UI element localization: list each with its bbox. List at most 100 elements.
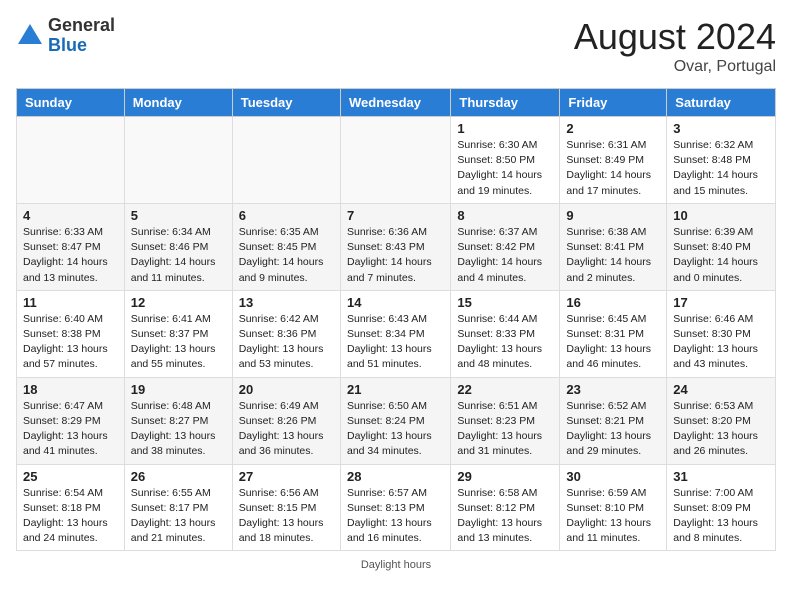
day-info: Sunrise: 6:37 AM Sunset: 8:42 PM Dayligh… <box>457 225 553 286</box>
day-number: 6 <box>239 208 334 223</box>
day-info: Sunrise: 6:44 AM Sunset: 8:33 PM Dayligh… <box>457 312 553 373</box>
day-number: 19 <box>131 382 226 397</box>
logo-blue: Blue <box>48 36 115 56</box>
day-info: Sunrise: 6:32 AM Sunset: 8:48 PM Dayligh… <box>673 138 769 199</box>
day-info: Sunrise: 6:53 AM Sunset: 8:20 PM Dayligh… <box>673 399 769 460</box>
day-info: Sunrise: 6:54 AM Sunset: 8:18 PM Dayligh… <box>23 486 118 547</box>
calendar-cell: 16Sunrise: 6:45 AM Sunset: 8:31 PM Dayli… <box>560 290 667 377</box>
calendar-cell: 21 Sunrise: 6:50 AM Sunset: 8:24 PM Dayli… <box>340 377 450 464</box>
calendar-day-header: Friday <box>560 89 667 117</box>
calendar-cell <box>232 117 340 204</box>
calendar-day-header: Monday <box>124 89 232 117</box>
day-info: Sunrise: 6:43 AM Sunset: 8:34 PM Dayligh… <box>347 312 444 373</box>
day-number: 24 <box>673 382 769 397</box>
calendar-cell: 25 Sunrise: 6:54 AM Sunset: 8:18 PM Dayli… <box>17 464 125 551</box>
calendar-header-row: SundayMondayTuesdayWednesdayThursdayFrid… <box>17 89 776 117</box>
day-info: Sunrise: 6:49 AM Sunset: 8:26 PM Dayligh… <box>239 399 334 460</box>
calendar-week-row: 25 Sunrise: 6:54 AM Sunset: 8:18 PM Dayli… <box>17 464 776 551</box>
calendar-day-header: Tuesday <box>232 89 340 117</box>
day-info: Sunrise: 6:58 AM Sunset: 8:12 PM Dayligh… <box>457 486 553 547</box>
day-number: 26 <box>131 469 226 484</box>
calendar-day-header: Sunday <box>17 89 125 117</box>
day-info: Sunrise: 6:59 AM Sunset: 8:10 PM Dayligh… <box>566 486 660 547</box>
location: Ovar, Portugal <box>574 58 776 76</box>
calendar-day-header: Saturday <box>667 89 776 117</box>
calendar-cell <box>17 117 125 204</box>
calendar-cell: 1Sunrise: 6:30 AM Sunset: 8:50 PM Daylig… <box>451 117 560 204</box>
calendar-cell: 8Sunrise: 6:37 AM Sunset: 8:42 PM Daylig… <box>451 203 560 290</box>
day-info: Sunrise: 6:50 AM Sunset: 8:24 PM Dayligh… <box>347 399 444 460</box>
day-info: Sunrise: 6:56 AM Sunset: 8:15 PM Dayligh… <box>239 486 334 547</box>
month-year: August 2024 <box>574 16 776 58</box>
day-number: 12 <box>131 295 226 310</box>
calendar-cell <box>124 117 232 204</box>
day-info: Sunrise: 6:35 AM Sunset: 8:45 PM Dayligh… <box>239 225 334 286</box>
day-number: 30 <box>566 469 660 484</box>
calendar-cell: 27 Sunrise: 6:56 AM Sunset: 8:15 PM Dayli… <box>232 464 340 551</box>
day-info: Sunrise: 6:57 AM Sunset: 8:13 PM Dayligh… <box>347 486 444 547</box>
calendar-cell: 6 Sunrise: 6:35 AM Sunset: 8:45 PM Daylig… <box>232 203 340 290</box>
day-info: Sunrise: 6:38 AM Sunset: 8:41 PM Dayligh… <box>566 225 660 286</box>
calendar-cell: 3 Sunrise: 6:32 AM Sunset: 8:48 PM Daylig… <box>667 117 776 204</box>
title-block: August 2024 Ovar, Portugal <box>574 16 776 76</box>
logo-general: General <box>48 16 115 36</box>
calendar-cell: 18 Sunrise: 6:47 AM Sunset: 8:29 PM Dayli… <box>17 377 125 464</box>
calendar-cell: 26 Sunrise: 6:55 AM Sunset: 8:17 PM Dayli… <box>124 464 232 551</box>
day-info: Sunrise: 6:41 AM Sunset: 8:37 PM Dayligh… <box>131 312 226 373</box>
calendar-cell: 17 Sunrise: 6:46 AM Sunset: 8:30 PM Dayli… <box>667 290 776 377</box>
calendar-cell: 30 Sunrise: 6:59 AM Sunset: 8:10 PM Dayli… <box>560 464 667 551</box>
calendar-cell: 11 Sunrise: 6:40 AM Sunset: 8:38 PM Dayli… <box>17 290 125 377</box>
day-info: Sunrise: 6:31 AM Sunset: 8:49 PM Dayligh… <box>566 138 660 199</box>
calendar-cell: 28Sunrise: 6:57 AM Sunset: 8:13 PM Dayli… <box>340 464 450 551</box>
daylight-hours-label: Daylight hours <box>361 559 431 571</box>
day-info: Sunrise: 6:33 AM Sunset: 8:47 PM Dayligh… <box>23 225 118 286</box>
day-info: Sunrise: 6:46 AM Sunset: 8:30 PM Dayligh… <box>673 312 769 373</box>
day-info: Sunrise: 6:47 AM Sunset: 8:29 PM Dayligh… <box>23 399 118 460</box>
day-number: 18 <box>23 382 118 397</box>
day-number: 2 <box>566 121 660 136</box>
calendar-day-header: Thursday <box>451 89 560 117</box>
calendar-week-row: 18 Sunrise: 6:47 AM Sunset: 8:29 PM Dayli… <box>17 377 776 464</box>
page-header: General Blue August 2024 Ovar, Portugal <box>16 16 776 76</box>
calendar-cell: 31Sunrise: 7:00 AM Sunset: 8:09 PM Dayli… <box>667 464 776 551</box>
calendar-cell: 15 Sunrise: 6:44 AM Sunset: 8:33 PM Dayli… <box>451 290 560 377</box>
day-number: 20 <box>239 382 334 397</box>
calendar-week-row: 1Sunrise: 6:30 AM Sunset: 8:50 PM Daylig… <box>17 117 776 204</box>
calendar-cell: 4Sunrise: 6:33 AM Sunset: 8:47 PM Daylig… <box>17 203 125 290</box>
calendar-cell: 13 Sunrise: 6:42 AM Sunset: 8:36 PM Dayli… <box>232 290 340 377</box>
day-number: 27 <box>239 469 334 484</box>
day-number: 10 <box>673 208 769 223</box>
calendar-cell: 12 Sunrise: 6:41 AM Sunset: 8:37 PM Dayli… <box>124 290 232 377</box>
footer-note: Daylight hours <box>16 559 776 571</box>
logo: General Blue <box>16 16 115 56</box>
day-number: 11 <box>23 295 118 310</box>
day-info: Sunrise: 6:40 AM Sunset: 8:38 PM Dayligh… <box>23 312 118 373</box>
calendar-cell: 29Sunrise: 6:58 AM Sunset: 8:12 PM Dayli… <box>451 464 560 551</box>
day-number: 15 <box>457 295 553 310</box>
calendar-cell: 14Sunrise: 6:43 AM Sunset: 8:34 PM Dayli… <box>340 290 450 377</box>
day-number: 21 <box>347 382 444 397</box>
day-number: 25 <box>23 469 118 484</box>
day-number: 31 <box>673 469 769 484</box>
calendar-day-header: Wednesday <box>340 89 450 117</box>
calendar-cell: 9Sunrise: 6:38 AM Sunset: 8:41 PM Daylig… <box>560 203 667 290</box>
calendar-cell: 2 Sunrise: 6:31 AM Sunset: 8:49 PM Daylig… <box>560 117 667 204</box>
day-info: Sunrise: 6:55 AM Sunset: 8:17 PM Dayligh… <box>131 486 226 547</box>
calendar-cell <box>340 117 450 204</box>
day-info: Sunrise: 6:30 AM Sunset: 8:50 PM Dayligh… <box>457 138 553 199</box>
calendar-cell: 10Sunrise: 6:39 AM Sunset: 8:40 PM Dayli… <box>667 203 776 290</box>
calendar-cell: 7 Sunrise: 6:36 AM Sunset: 8:43 PM Daylig… <box>340 203 450 290</box>
day-info: Sunrise: 6:36 AM Sunset: 8:43 PM Dayligh… <box>347 225 444 286</box>
day-number: 17 <box>673 295 769 310</box>
logo-text: General Blue <box>48 16 115 56</box>
calendar-cell: 24 Sunrise: 6:53 AM Sunset: 8:20 PM Dayli… <box>667 377 776 464</box>
day-number: 23 <box>566 382 660 397</box>
day-number: 7 <box>347 208 444 223</box>
day-info: Sunrise: 6:52 AM Sunset: 8:21 PM Dayligh… <box>566 399 660 460</box>
day-number: 13 <box>239 295 334 310</box>
calendar-cell: 19Sunrise: 6:48 AM Sunset: 8:27 PM Dayli… <box>124 377 232 464</box>
day-number: 3 <box>673 121 769 136</box>
calendar-table: SundayMondayTuesdayWednesdayThursdayFrid… <box>16 88 776 551</box>
day-info: Sunrise: 6:42 AM Sunset: 8:36 PM Dayligh… <box>239 312 334 373</box>
day-info: Sunrise: 6:51 AM Sunset: 8:23 PM Dayligh… <box>457 399 553 460</box>
